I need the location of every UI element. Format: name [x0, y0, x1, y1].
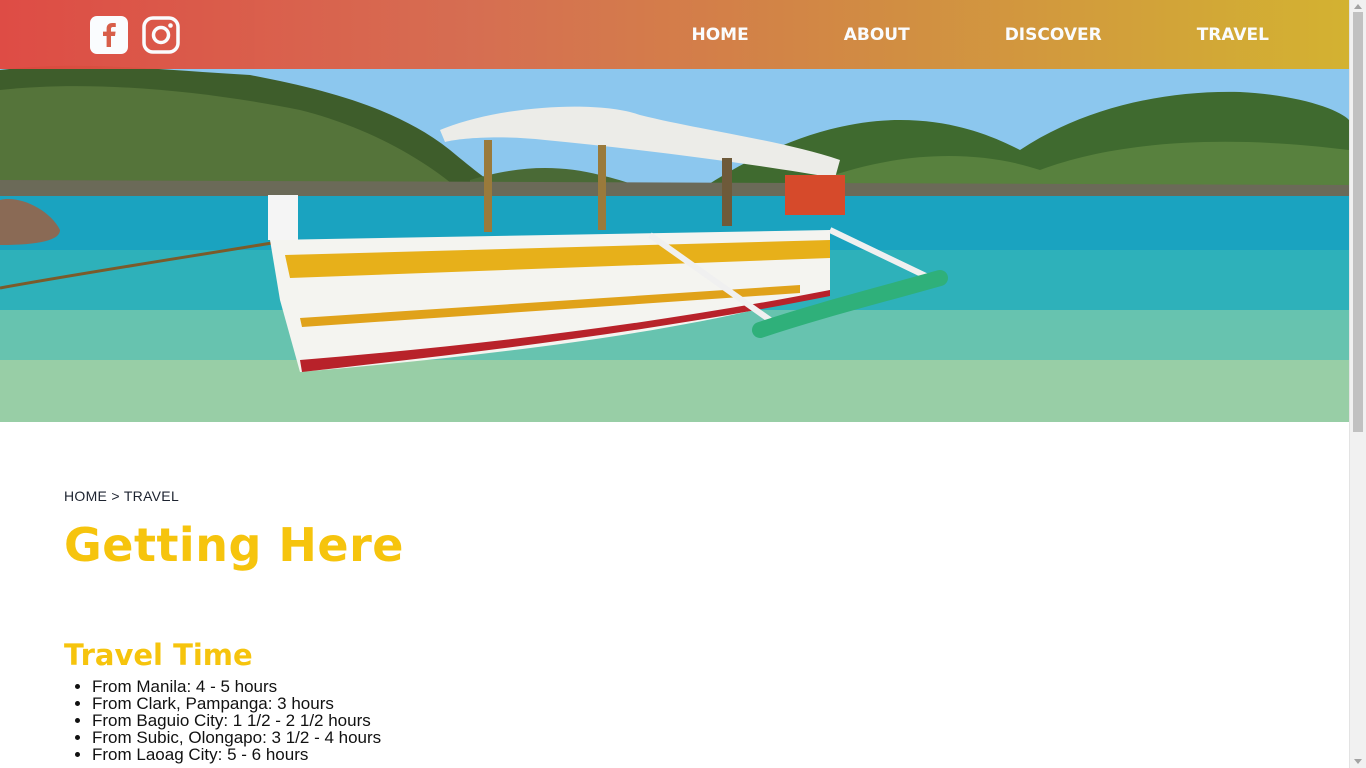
breadcrumb: HOME > TRAVEL — [64, 488, 1264, 504]
travel-time-list: From Manila: 4 - 5 hours From Clark, Pam… — [92, 678, 1264, 763]
breadcrumb-separator: > — [107, 488, 124, 504]
nav-about[interactable]: ABOUT — [844, 25, 910, 45]
main-content: HOME > TRAVEL Getting Here Travel Time F… — [64, 488, 1264, 763]
scrollbar-thumb[interactable] — [1353, 12, 1363, 432]
facebook-icon[interactable] — [90, 16, 128, 54]
scroll-down-icon[interactable] — [1354, 759, 1362, 764]
list-item: From Manila: 4 - 5 hours — [92, 678, 1264, 695]
main-nav: HOME ABOUT DISCOVER TRAVEL — [597, 0, 1270, 69]
vertical-scrollbar[interactable] — [1349, 0, 1366, 768]
instagram-icon[interactable] — [142, 16, 180, 54]
breadcrumb-current: TRAVEL — [123, 488, 180, 504]
nav-home[interactable]: HOME — [692, 25, 749, 45]
travel-time-heading: Travel Time — [64, 638, 253, 672]
scroll-up-icon[interactable] — [1354, 4, 1362, 9]
nav-discover[interactable]: DISCOVER — [1005, 25, 1102, 45]
breadcrumb-home[interactable]: HOME — [64, 488, 107, 504]
list-item: From Baguio City: 1 1/2 - 2 1/2 hours — [92, 712, 1264, 729]
social-links — [90, 16, 180, 54]
list-item: From Subic, Olongapo: 3 1/2 - 4 hours — [92, 729, 1264, 746]
list-item: From Laoag City: 5 - 6 hours — [92, 746, 1264, 763]
nav-travel[interactable]: TRAVEL — [1197, 25, 1269, 45]
page-title: Getting Here — [64, 518, 404, 572]
top-nav-bar: HOME ABOUT DISCOVER TRAVEL — [0, 0, 1349, 69]
list-item: From Clark, Pampanga: 3 hours — [92, 695, 1264, 712]
